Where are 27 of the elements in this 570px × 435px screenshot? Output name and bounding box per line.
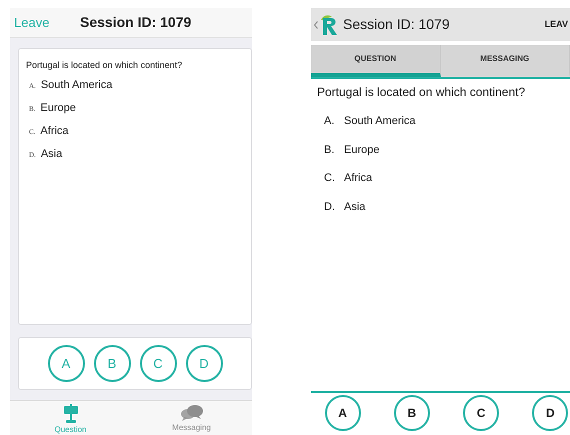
option-text: Africa (344, 171, 372, 186)
answer-option-button[interactable]: B (394, 395, 430, 431)
session-title: Session ID: 1079 (343, 15, 451, 34)
option-letter: C. (324, 171, 336, 186)
chat-bubbles-icon (180, 404, 204, 422)
option-text: Europe (344, 142, 380, 158)
answer-option-button[interactable]: D (532, 395, 568, 431)
option-letter: B. (324, 142, 336, 158)
option-text: South America (40, 78, 112, 92)
answer-option-button[interactable]: A (324, 395, 361, 431)
option-text: Asia (344, 200, 366, 214)
question-text: Portugal is located on which continent? (316, 84, 526, 101)
tab[interactable]: MESSAGING (440, 45, 570, 77)
answer-option-button[interactable]: C (463, 395, 500, 431)
option-letter: A. (324, 114, 336, 129)
back-chevron-icon[interactable] (314, 20, 318, 28)
session-title: Session ID: 1079 (80, 13, 192, 32)
option-text: Europe (40, 100, 76, 116)
question-text: Portugal is located on which continent? (26, 59, 184, 72)
option-text: Africa (40, 124, 69, 138)
easel-icon (62, 404, 78, 424)
option-text: South America (344, 114, 416, 129)
app-bar-action-button[interactable]: LEAV (544, 18, 570, 32)
tab[interactable]: QUESTION (311, 45, 440, 77)
logo-icon (319, 14, 339, 36)
option-letter: D. (324, 200, 336, 214)
option-text: Asia (40, 146, 62, 162)
